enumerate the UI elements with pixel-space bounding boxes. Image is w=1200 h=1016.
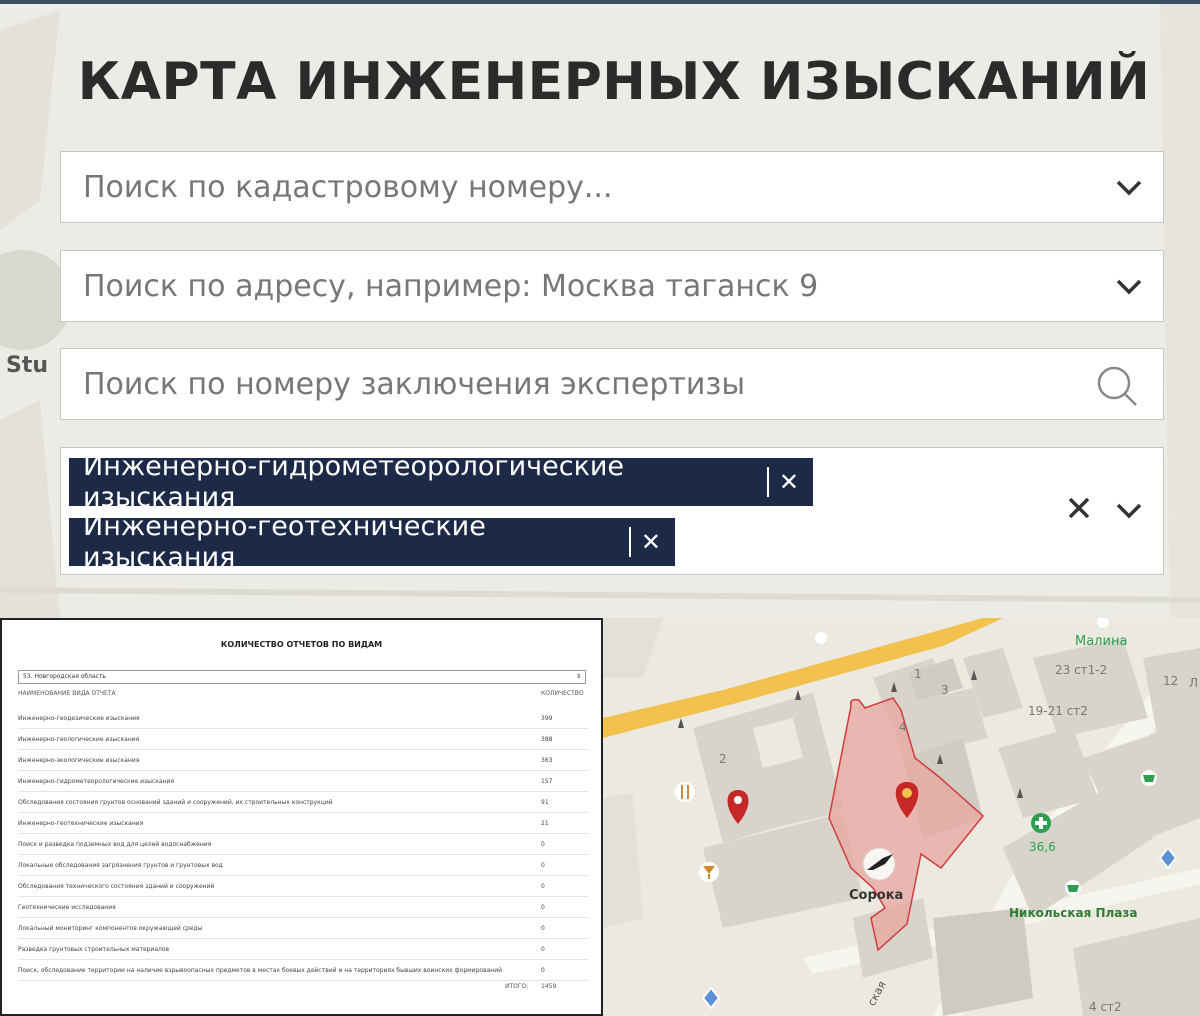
row-count: 0 (541, 883, 545, 890)
region-select-value: 53. Новгородская область (23, 673, 106, 680)
building (933, 908, 1033, 1016)
map-label-edge: Л (1189, 676, 1199, 690)
row-name: Поиск, обследование территории на наличи… (18, 967, 502, 974)
tag-remove-icon[interactable]: ✕ (779, 468, 799, 496)
table-row: Обследования технического состояния здан… (18, 876, 588, 897)
map-label-building: 19-21 ст2 (1028, 704, 1088, 718)
map-canvas[interactable] (603, 618, 1200, 1016)
chevron-down-icon[interactable] (1115, 278, 1143, 296)
chevron-down-icon[interactable] (1115, 502, 1143, 520)
row-count: 0 (541, 946, 545, 953)
row-name: Локальные обследования загрязнения грунт… (18, 862, 223, 869)
row-count: 91 (541, 799, 549, 806)
table-row: Локальные обследования загрязнения грунт… (18, 855, 588, 876)
column-header-count: КОЛИЧЕСТВО (541, 690, 584, 697)
map-label-building: 3 (941, 683, 949, 697)
table-row: Разведка грунтовых строительных материал… (18, 939, 588, 960)
map-label-pharmacy: 36,6 (1029, 840, 1056, 854)
row-count: 157 (541, 778, 553, 785)
bird-icon (862, 847, 896, 881)
expertise-search-input[interactable]: Поиск по номеру заключения экспертизы (60, 348, 1164, 420)
tag-label: Инженерно-геотехнические изыскания (83, 511, 486, 573)
chevron-down-icon[interactable] (1115, 179, 1143, 197)
row-name: Инженерно-экологические изыскания (18, 757, 140, 764)
row-count: 0 (541, 841, 545, 848)
row-count: 388 (541, 736, 553, 743)
row-name: Обследования технического состояния здан… (18, 883, 215, 890)
svg-text:Stu: Stu (6, 353, 48, 378)
map-label-building: 12 (1163, 674, 1179, 688)
report-title: КОЛИЧЕСТВО ОТЧЕТОВ ПО ВИДАМ (220, 640, 383, 649)
tag-separator (629, 527, 631, 557)
page-title: КАРТА ИНЖЕНЕРНЫХ ИЗЫСКАНИЙ (77, 52, 1151, 112)
row-name: Обследования состояния грунтов оснований… (18, 799, 333, 806)
total-value: 1459 (541, 983, 557, 990)
report-panel: КОЛИЧЕСТВО ОТЧЕТОВ ПО ВИДАМ 53. Новгород… (0, 618, 603, 1016)
cadastral-search-select[interactable]: Поиск по кадастровому номеру... (60, 151, 1164, 223)
total-label: ИТОГО: (505, 983, 529, 990)
poi-icon (815, 632, 827, 644)
map-label-nikolskaya: Никольская Плаза (1009, 906, 1138, 920)
bar-icon (699, 862, 719, 882)
row-name: Локальный мониторинг компонентов окружаю… (18, 925, 203, 932)
region-select[interactable]: 53. Новгородская область ⇕ (18, 670, 586, 684)
row-count: 399 (541, 715, 553, 722)
row-count: 0 (541, 862, 545, 869)
restaurant-icon (675, 782, 695, 802)
table-row: Геотехнические исследования 0 (18, 897, 588, 918)
clear-all-icon[interactable] (1067, 496, 1091, 520)
map-label-building: 4 ст2 (1089, 1000, 1122, 1014)
column-header-name: НАИМЕНОВАНИЕ ВИДА ОТЧЕТА (18, 690, 116, 697)
table-row: Локальный мониторинг компонентов окружаю… (18, 918, 588, 939)
selected-tag-geotechnical: Инженерно-геотехнические изыскания ✕ (69, 511, 675, 573)
top-border (0, 0, 1200, 4)
map-label-building: 2 (719, 752, 727, 766)
table-row: Инженерно-геодезические изыскания 399 (18, 708, 588, 729)
row-name: Геотехнические исследования (18, 904, 116, 911)
row-name: Инженерно-гидрометеорологические изыскан… (18, 778, 174, 785)
table-row: Поиск, обследование территории на наличи… (18, 960, 588, 981)
tag-separator (766, 467, 769, 497)
pharmacy-icon (1031, 813, 1051, 833)
survey-type-multiselect[interactable]: Инженерно-гидрометеорологические изыскан… (60, 447, 1164, 575)
row-name: Разведка грунтовых строительных материал… (18, 946, 170, 953)
map-label-malina: Малина (1075, 634, 1128, 649)
row-count: 0 (541, 925, 545, 932)
selected-tag-hydrometeorological: Инженерно-гидрометеорологические изыскан… (69, 451, 813, 513)
map-label-soroka: Сорока (849, 888, 904, 903)
tag-remove-icon[interactable]: ✕ (641, 528, 661, 556)
row-name: Инженерно-геотехнические изыскания (18, 820, 144, 827)
table-row: Инженерно-экологические изыскания 363 (18, 750, 588, 771)
row-count: 0 (541, 967, 545, 974)
row-name: Инженерно-геологические изыскания (18, 736, 140, 743)
map-label-building: 23 ст1-2 (1055, 663, 1108, 677)
cadastral-search-placeholder: Поиск по кадастровому номеру... (83, 169, 613, 205)
address-search-select[interactable]: Поиск по адресу, например: Москва таганс… (60, 250, 1164, 322)
tag-label: Инженерно-гидрометеорологические изыскан… (83, 451, 625, 513)
report-table-header: НАИМЕНОВАНИЕ ВИДА ОТЧЕТА КОЛИЧЕСТВО (18, 690, 588, 702)
row-count: 21 (541, 820, 549, 827)
shop-icon (1065, 880, 1081, 896)
table-row: Инженерно-геотехнические изыскания 21 (18, 813, 588, 834)
search-icon[interactable] (1095, 365, 1139, 407)
map-view[interactable]: Малина 23 ст1-2 12 Л 19-21 ст2 1 3 4 2 С… (603, 618, 1200, 1016)
map-label-building: 4 (899, 720, 907, 734)
address-search-placeholder: Поиск по адресу, например: Москва таганс… (83, 268, 819, 304)
search-panel: Stu КАРТА ИНЖЕНЕРНЫХ ИЗЫСКАНИЙ Поиск по … (0, 0, 1200, 618)
row-name: Инженерно-геодезические изыскания (18, 715, 140, 722)
row-count: 363 (541, 757, 553, 764)
select-arrows-icon: ⇕ (575, 673, 581, 680)
table-row: Поиск и разведка подземных вод для целей… (18, 834, 588, 855)
table-row: Инженерно-гидрометеорологические изыскан… (18, 771, 588, 792)
shop-icon (1141, 770, 1157, 786)
table-row: Инженерно-геологические изыскания 388 (18, 729, 588, 750)
row-name: Поиск и разведка подземных вод для целей… (18, 841, 212, 848)
map-label-building: 1 (914, 667, 922, 681)
row-count: 0 (541, 904, 545, 911)
expertise-search-placeholder: Поиск по номеру заключения экспертизы (83, 366, 746, 402)
table-row: Обследования состояния грунтов оснований… (18, 792, 588, 813)
